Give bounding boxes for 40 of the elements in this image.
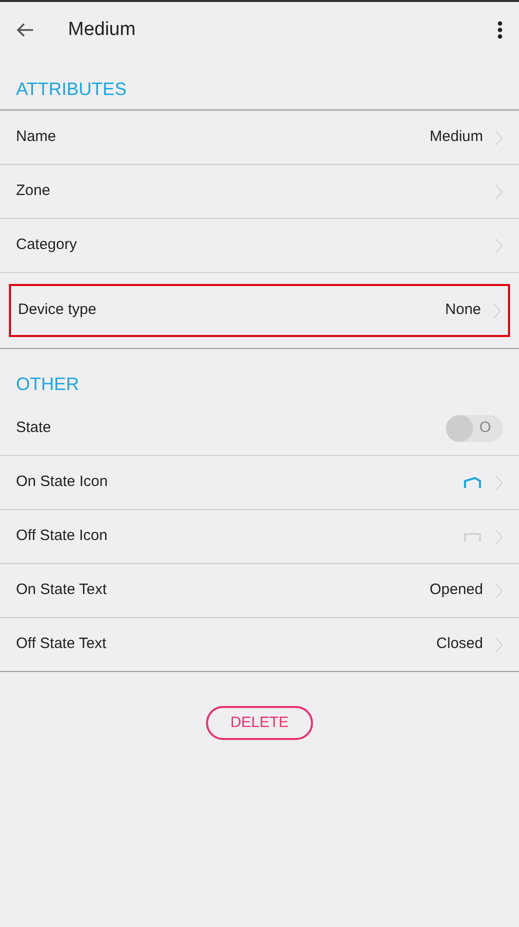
row-label: Zone bbox=[16, 181, 52, 202]
more-icon[interactable] bbox=[497, 21, 503, 39]
row-value: Closed bbox=[436, 634, 483, 654]
row-label: Category bbox=[16, 235, 78, 256]
chevron-icon bbox=[495, 130, 503, 146]
row-label: On State Icon bbox=[16, 472, 109, 492]
settings-row[interactable]: Zone bbox=[0, 165, 519, 218]
row-value: None bbox=[445, 300, 481, 320]
settings-row[interactable]: Device type None bbox=[9, 284, 510, 337]
settings-row[interactable]: On State Text Opened bbox=[0, 564, 519, 617]
settings-row[interactable]: Name Medium bbox=[0, 111, 519, 164]
row-value: Medium bbox=[430, 127, 483, 148]
row-label: Off State Icon bbox=[16, 526, 108, 546]
row-label: Device type bbox=[18, 300, 98, 320]
row-label: State bbox=[16, 418, 52, 438]
section-header: ATTRIBUTES bbox=[16, 78, 127, 101]
chevron-icon bbox=[495, 184, 503, 200]
toggle-thumb bbox=[446, 415, 473, 442]
box-icon bbox=[463, 530, 483, 542]
open-box-icon bbox=[463, 476, 483, 488]
settings-row[interactable]: Off State Icon bbox=[0, 510, 519, 563]
section-header: OTHER bbox=[16, 373, 79, 396]
row-label: On State Text bbox=[16, 580, 108, 600]
settings-row[interactable]: State O bbox=[0, 402, 519, 455]
chevron-icon bbox=[495, 238, 503, 254]
back-icon[interactable] bbox=[16, 22, 34, 38]
row-label: Name bbox=[16, 127, 58, 148]
row-value: Opened bbox=[430, 580, 483, 600]
settings-row[interactable]: Off State Text Closed bbox=[0, 618, 519, 671]
page-title: Medium bbox=[68, 18, 137, 42]
toggle-text: O bbox=[479, 418, 491, 438]
delete-button[interactable]: DELETE bbox=[206, 706, 313, 740]
settings-row[interactable]: Category bbox=[0, 219, 519, 272]
chevron-icon bbox=[495, 528, 503, 544]
chevron-icon bbox=[493, 302, 501, 318]
chevron-icon bbox=[495, 474, 503, 490]
chevron-icon bbox=[495, 582, 503, 598]
settings-row[interactable]: On State Icon bbox=[0, 456, 519, 509]
chevron-icon bbox=[495, 636, 503, 652]
row-label: Off State Text bbox=[16, 634, 108, 654]
